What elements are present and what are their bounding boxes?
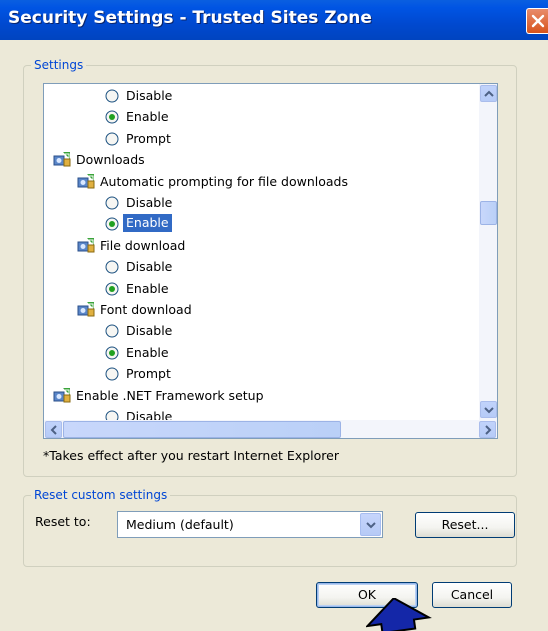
scroll-left-button[interactable] bbox=[45, 421, 62, 438]
radio-unchecked-icon[interactable] bbox=[105, 260, 119, 274]
radio-option[interactable]: Disable bbox=[105, 85, 175, 106]
radio-unchecked-icon[interactable] bbox=[105, 89, 119, 103]
restart-note: *Takes effect after you restart Internet… bbox=[43, 448, 339, 463]
settings-category-icon bbox=[77, 302, 95, 317]
radio-option[interactable]: Prompt bbox=[105, 363, 174, 384]
radio-option-label: Disable bbox=[126, 195, 173, 210]
vertical-scrollbar[interactable] bbox=[479, 84, 497, 422]
chevron-up-icon bbox=[484, 90, 494, 97]
radio-option[interactable]: Enable bbox=[105, 213, 172, 234]
radio-option[interactable]: Disable bbox=[105, 192, 175, 213]
scroll-right-button[interactable] bbox=[479, 421, 496, 438]
radio-option-label: Prompt bbox=[126, 130, 171, 146]
settings-category[interactable]: File download bbox=[77, 235, 188, 256]
radio-option-label: Enable bbox=[126, 280, 169, 296]
reset-to-label: Reset to: bbox=[35, 514, 91, 529]
radio-option-label: Prompt bbox=[126, 366, 171, 382]
close-icon bbox=[531, 14, 545, 28]
arrow-cursor-icon bbox=[366, 598, 432, 631]
radio-option[interactable]: Enable bbox=[105, 278, 172, 299]
cancel-button[interactable]: Cancel bbox=[432, 582, 512, 608]
window-title: Security Settings - Trusted Sites Zone bbox=[8, 8, 372, 28]
horizontal-scroll-thumb[interactable] bbox=[63, 421, 341, 438]
reset-to-value: Medium (default) bbox=[126, 517, 234, 532]
radio-unchecked-icon[interactable] bbox=[105, 132, 119, 146]
settings-category[interactable]: Downloads bbox=[53, 149, 148, 170]
scroll-up-button[interactable] bbox=[480, 85, 497, 102]
settings-tree-list[interactable]: Disable Enable Prompt Downloads Automatic pr… bbox=[43, 83, 498, 439]
settings-group-legend: Settings bbox=[31, 57, 87, 73]
reset-group-legend: Reset custom settings bbox=[31, 487, 171, 503]
radio-checked-icon[interactable] bbox=[105, 282, 119, 296]
settings-category-icon bbox=[77, 237, 95, 253]
close-button[interactable] bbox=[526, 8, 548, 34]
settings-category-label: Downloads bbox=[76, 152, 145, 168]
radio-checked-icon[interactable] bbox=[105, 346, 119, 360]
settings-category-label: Automatic prompting for file downloads bbox=[100, 173, 348, 189]
radio-unchecked-icon[interactable] bbox=[105, 196, 119, 210]
radio-unchecked-icon[interactable] bbox=[105, 367, 119, 381]
radio-checked-icon[interactable] bbox=[105, 110, 119, 124]
settings-category[interactable]: Automatic prompting for file downloads bbox=[77, 171, 351, 192]
chevron-left-icon bbox=[50, 425, 57, 435]
radio-option-label: Enable bbox=[123, 214, 172, 233]
settings-category-icon bbox=[77, 173, 95, 189]
radio-option-label: Disable bbox=[126, 259, 173, 275]
settings-category[interactable]: Enable .NET Framework setup bbox=[53, 385, 267, 406]
reset-to-select[interactable]: Medium (default) bbox=[117, 511, 383, 538]
chevron-right-icon bbox=[485, 425, 492, 435]
radio-option[interactable]: Enable bbox=[105, 342, 172, 363]
radio-option-label: Disable bbox=[126, 88, 173, 103]
radio-option[interactable]: Prompt bbox=[105, 128, 174, 149]
reset-to-dropdown-button[interactable] bbox=[360, 513, 381, 536]
radio-option-label: Enable bbox=[126, 344, 169, 360]
radio-option[interactable]: Enable bbox=[105, 106, 172, 127]
radio-option[interactable]: Disable bbox=[105, 320, 175, 341]
radio-option[interactable]: Disable bbox=[105, 256, 175, 277]
radio-checked-icon[interactable] bbox=[105, 217, 119, 231]
settings-category[interactable]: Font download bbox=[77, 299, 195, 320]
settings-category-label: Font download bbox=[100, 302, 192, 317]
settings-category-icon bbox=[53, 387, 71, 403]
reset-button[interactable]: Reset... bbox=[415, 512, 515, 538]
radio-unchecked-icon[interactable] bbox=[105, 324, 119, 338]
radio-option-label: Disable bbox=[126, 323, 173, 339]
chevron-down-icon bbox=[484, 407, 494, 414]
scroll-down-button[interactable] bbox=[480, 401, 497, 418]
settings-category-label: File download bbox=[100, 237, 186, 253]
horizontal-scrollbar[interactable] bbox=[44, 420, 497, 438]
chevron-down-icon bbox=[366, 522, 376, 529]
settings-category-icon bbox=[53, 152, 71, 167]
radio-option-label: Enable bbox=[126, 109, 169, 125]
settings-category-label: Enable .NET Framework setup bbox=[76, 387, 264, 403]
vertical-scroll-thumb[interactable] bbox=[480, 201, 497, 225]
title-bar[interactable]: Security Settings - Trusted Sites Zone bbox=[0, 0, 548, 40]
